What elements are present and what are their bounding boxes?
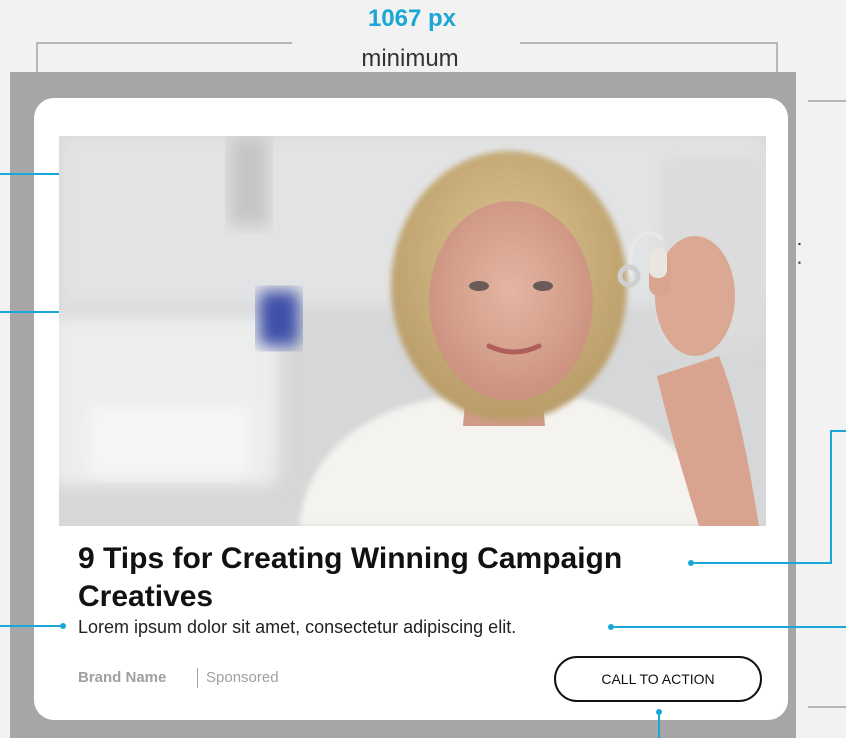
callout-line-cta xyxy=(658,712,660,738)
callout-line-body-left xyxy=(0,625,62,627)
width-dimension-line-left xyxy=(36,42,292,44)
brand-name: Brand Name xyxy=(78,669,167,686)
callout-line-headline-vertical xyxy=(830,430,832,564)
callout-line-headline-top xyxy=(830,430,846,432)
callout-dot-body-left xyxy=(60,623,66,629)
call-to-action-button[interactable]: CALL TO ACTION xyxy=(554,656,762,702)
width-dimension-line-right xyxy=(520,42,778,44)
hero-image xyxy=(59,136,766,526)
callout-line-image-top xyxy=(0,173,59,175)
height-dimension-line-top xyxy=(808,100,846,102)
callout-line-headline xyxy=(694,562,830,564)
sponsored-label: Sponsored xyxy=(206,669,279,686)
photo-woman-holding-hearing-aid-icon xyxy=(59,136,766,526)
callout-line-image-mid xyxy=(0,311,59,313)
width-spec-value: 1067 px xyxy=(367,5,457,32)
brand-separator xyxy=(197,668,198,688)
ad-headline: 9 Tips for Creating Winning Campaign Cre… xyxy=(78,542,623,613)
height-dimension-line-bottom xyxy=(808,706,846,708)
callout-line-body-right xyxy=(614,626,846,628)
ad-body-text: Lorem ipsum dolor sit amet, consectetur … xyxy=(78,617,517,637)
width-spec-caption: minimum xyxy=(361,45,459,72)
